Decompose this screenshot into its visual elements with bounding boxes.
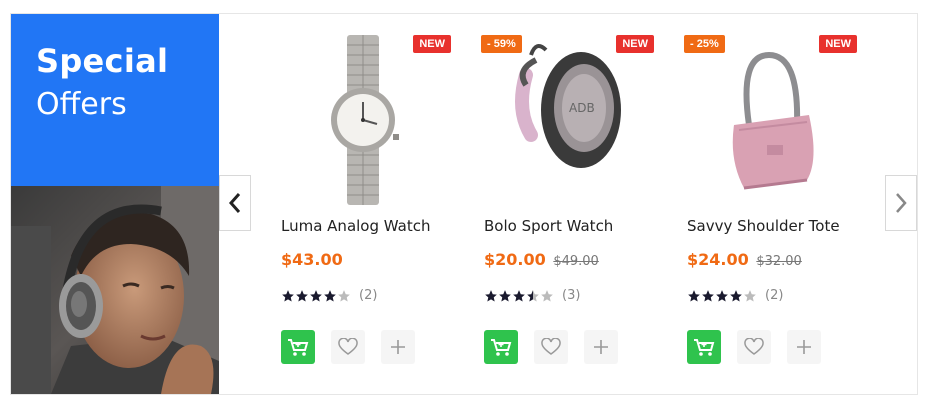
add-to-compare-button[interactable] bbox=[787, 330, 821, 364]
heart-icon bbox=[744, 338, 764, 355]
rating-stars bbox=[281, 289, 351, 303]
discount-badge: - 25% bbox=[684, 35, 725, 53]
add-to-compare-button[interactable] bbox=[584, 330, 618, 364]
star-filled-icon bbox=[702, 289, 714, 302]
promo-man-headphones-image bbox=[11, 186, 219, 394]
product-name[interactable]: Bolo Sport Watch bbox=[484, 217, 613, 235]
add-to-cart-button[interactable] bbox=[281, 330, 315, 364]
special-price: $43.00 bbox=[281, 250, 343, 269]
plus-icon bbox=[797, 340, 811, 354]
star-filled-icon bbox=[716, 289, 728, 302]
product-price: $24.00 $32.00 bbox=[687, 250, 802, 269]
product-card: - 25% NEW Savvy Shoulder Tote $24.00 $32… bbox=[679, 30, 859, 380]
star-half-icon bbox=[527, 289, 539, 302]
add-to-cart-button[interactable] bbox=[484, 330, 518, 364]
promo-title-bold: Special bbox=[36, 42, 169, 80]
product-actions bbox=[484, 330, 634, 364]
review-count[interactable]: (3) bbox=[562, 288, 580, 303]
plus-icon bbox=[391, 340, 405, 354]
star-filled-icon bbox=[324, 289, 336, 302]
product-actions bbox=[281, 330, 431, 364]
discount-badge: - 59% bbox=[481, 35, 522, 53]
new-badge: NEW bbox=[819, 35, 857, 53]
heart-icon bbox=[338, 338, 358, 355]
chevron-right-icon bbox=[896, 193, 907, 213]
product-image[interactable] bbox=[273, 30, 453, 210]
star-filled-icon bbox=[513, 289, 525, 302]
product-name[interactable]: Savvy Shoulder Tote bbox=[687, 217, 840, 235]
product-actions bbox=[687, 330, 837, 364]
add-to-wishlist-button[interactable] bbox=[534, 330, 568, 364]
plus-icon bbox=[594, 340, 608, 354]
star-filled-icon bbox=[499, 289, 511, 302]
product-price: $20.00 $49.00 bbox=[484, 250, 599, 269]
star-filled-icon bbox=[310, 289, 322, 302]
old-price: $49.00 bbox=[553, 254, 599, 269]
carousel-next-button[interactable] bbox=[885, 175, 917, 231]
new-badge: NEW bbox=[616, 35, 654, 53]
star-filled-icon bbox=[296, 289, 308, 302]
special-price: $20.00 bbox=[484, 250, 546, 269]
rating-stars bbox=[484, 289, 554, 303]
product-image[interactable]: ADB bbox=[476, 30, 656, 210]
review-count[interactable]: (2) bbox=[359, 288, 377, 303]
star-filled-icon bbox=[485, 289, 497, 302]
product-image[interactable] bbox=[679, 30, 859, 210]
product-name[interactable]: Luma Analog Watch bbox=[281, 217, 430, 235]
old-price: $32.00 bbox=[756, 254, 802, 269]
add-to-cart-button[interactable] bbox=[687, 330, 721, 364]
product-rating: (3) bbox=[484, 288, 580, 303]
cart-icon bbox=[491, 339, 512, 356]
product-rating: (2) bbox=[281, 288, 377, 303]
rating-stars bbox=[687, 289, 757, 303]
carousel-prev-button[interactable] bbox=[219, 175, 251, 231]
product-price: $43.00 bbox=[281, 250, 343, 269]
add-to-wishlist-button[interactable] bbox=[331, 330, 365, 364]
star-filled-icon bbox=[282, 289, 294, 302]
promo-banner[interactable]: Special Offers bbox=[11, 14, 219, 394]
star-filled-icon bbox=[730, 289, 742, 302]
add-to-wishlist-button[interactable] bbox=[737, 330, 771, 364]
product-card: NEW Luma Analog Watch $43.00 (2) bbox=[273, 30, 453, 380]
star-filled-icon bbox=[688, 289, 700, 302]
product-rating: (2) bbox=[687, 288, 783, 303]
star-empty-icon bbox=[744, 289, 756, 302]
promo-title-light: Offers bbox=[36, 87, 127, 122]
new-badge: NEW bbox=[413, 35, 451, 53]
special-price: $24.00 bbox=[687, 250, 749, 269]
svg-text:ADB: ADB bbox=[569, 101, 595, 115]
promo-header: Special Offers bbox=[11, 14, 219, 186]
chevron-left-icon bbox=[228, 193, 241, 213]
star-empty-icon bbox=[541, 289, 553, 302]
star-empty-icon bbox=[338, 289, 350, 302]
cart-icon bbox=[288, 339, 309, 356]
cart-icon bbox=[694, 339, 715, 356]
heart-icon bbox=[541, 338, 561, 355]
product-card: ADB - 59% NEW Bolo Sport Watch $20.00 $4… bbox=[476, 30, 656, 380]
review-count[interactable]: (2) bbox=[765, 288, 783, 303]
add-to-compare-button[interactable] bbox=[381, 330, 415, 364]
